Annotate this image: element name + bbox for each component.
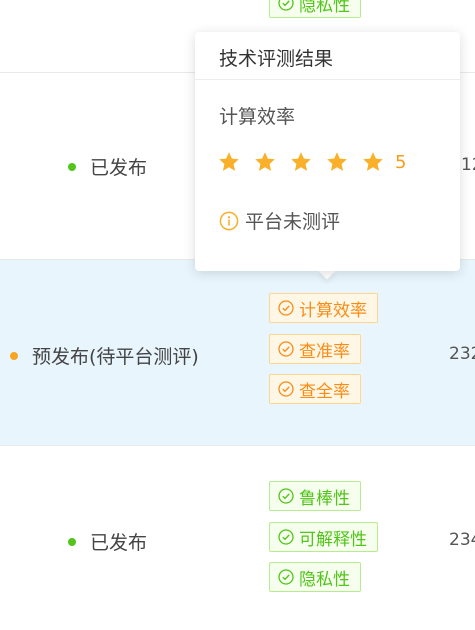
check-circle-icon bbox=[278, 529, 294, 545]
metric-name: 计算效率 bbox=[219, 106, 296, 128]
star-icon bbox=[219, 152, 239, 171]
status-text: 预发布(待平台测评) bbox=[32, 346, 199, 368]
tag-label: 可解释性 bbox=[299, 529, 367, 550]
count-cell: 234 bbox=[449, 530, 475, 550]
tag-recall[interactable]: 查全率 bbox=[269, 374, 361, 404]
star-rating: 5 bbox=[217, 150, 406, 174]
tag-explainability[interactable]: 可解释性 bbox=[269, 522, 378, 552]
evaluation-popover: 技术评测结果 计算效率 5 平台未测评 bbox=[195, 32, 460, 271]
note-text: 平台未测评 bbox=[245, 211, 341, 233]
status-dot bbox=[10, 351, 18, 360]
status-dot bbox=[68, 537, 76, 546]
tag-label: 鲁棒性 bbox=[299, 488, 350, 509]
star-icon bbox=[327, 152, 347, 171]
status-cell: 已发布 bbox=[68, 528, 147, 555]
info-icon bbox=[219, 211, 239, 230]
tag-privacy[interactable]: 隐私性 bbox=[269, 562, 361, 592]
star-icon bbox=[291, 152, 311, 171]
tag-compute-efficiency[interactable]: 计算效率 bbox=[269, 293, 378, 323]
tag-label: 计算效率 bbox=[299, 300, 367, 321]
check-circle-icon bbox=[278, 569, 294, 585]
tag-label: 查全率 bbox=[299, 381, 350, 402]
divider bbox=[195, 79, 460, 80]
check-circle-icon bbox=[278, 381, 294, 397]
popover-title: 技术评测结果 bbox=[219, 48, 334, 70]
tag-robustness[interactable]: 鲁棒性 bbox=[269, 481, 361, 511]
status-dot bbox=[68, 162, 76, 171]
tag-label: 查准率 bbox=[299, 341, 350, 362]
star-icon bbox=[255, 152, 275, 171]
count-cell: 232 bbox=[449, 344, 475, 364]
tag-label: 隐私性 bbox=[299, 0, 350, 16]
status-cell: 已发布 bbox=[68, 153, 147, 180]
tag-precision[interactable]: 查准率 bbox=[269, 334, 361, 364]
check-circle-icon bbox=[278, 341, 294, 357]
count-cell: 12 bbox=[461, 155, 475, 175]
check-circle-icon bbox=[278, 0, 294, 11]
rating-score: 5 bbox=[395, 151, 407, 173]
status-text: 已发布 bbox=[90, 157, 148, 179]
status-text: 已发布 bbox=[90, 532, 148, 554]
star-icon bbox=[363, 152, 383, 171]
tag-label: 隐私性 bbox=[299, 569, 350, 590]
check-circle-icon bbox=[278, 300, 294, 316]
status-cell: 预发布(待平台测评) bbox=[10, 342, 199, 369]
evaluation-note: 平台未测评 bbox=[219, 207, 340, 234]
table-row: 已发布 鲁棒性 可解释性 隐私性 234 bbox=[0, 446, 475, 630]
table-row-highlighted: 预发布(待平台测评) 计算效率 查准率 查全率 232 bbox=[0, 260, 475, 446]
tag-privacy: 隐私性 bbox=[269, 0, 361, 18]
check-circle-icon bbox=[278, 488, 294, 504]
